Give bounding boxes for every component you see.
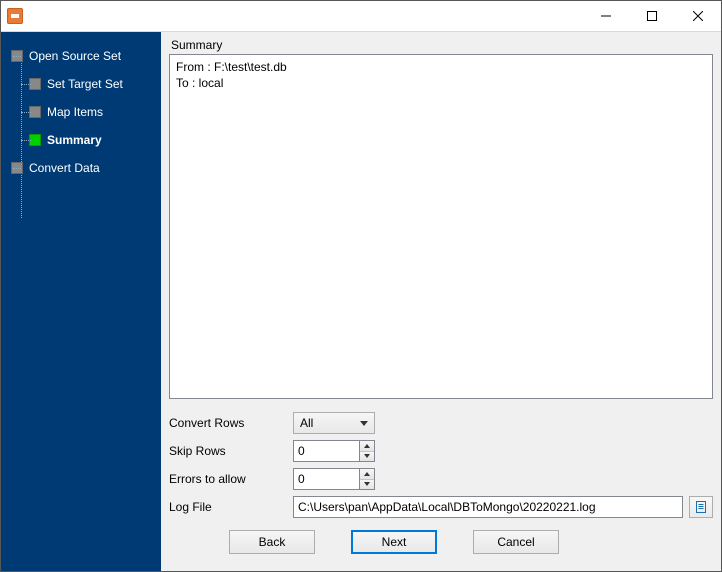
skip-rows-input[interactable] [293,440,359,462]
errors-allow-down[interactable] [360,480,374,490]
maximize-button[interactable] [629,1,675,31]
skip-rows-down[interactable] [360,452,374,462]
maximize-icon [647,11,657,21]
window-controls [583,1,721,31]
titlebar [1,1,721,31]
minimize-button[interactable] [583,1,629,31]
wizard-body: Open Source Set Set Target Set Map Items… [1,31,721,571]
chevron-down-icon [364,482,370,486]
log-file-label: Log File [169,500,293,514]
step-set-target-set[interactable]: Set Target Set [11,70,161,98]
convert-rows-value: All [300,416,313,430]
document-icon [694,500,708,514]
summary-text: From : F:\test\test.db To : local [169,54,713,399]
app-icon [7,8,23,24]
errors-allow-up[interactable] [360,469,374,480]
skip-rows-up[interactable] [360,441,374,452]
convert-rows-label: Convert Rows [169,416,293,430]
cancel-button[interactable]: Cancel [473,530,559,554]
errors-allow-row: Errors to allow [169,465,713,493]
errors-allow-input[interactable] [293,468,359,490]
close-button[interactable] [675,1,721,31]
wizard-window: Open Source Set Set Target Set Map Items… [0,0,722,572]
step-convert-data[interactable]: Convert Data [11,154,161,182]
minimize-icon [601,11,611,21]
step-label: Set Target Set [47,77,123,91]
chevron-down-icon [364,454,370,458]
log-file-input[interactable] [293,496,683,518]
step-map-items[interactable]: Map Items [11,98,161,126]
step-open-source-set[interactable]: Open Source Set [11,42,161,70]
main-panel: Summary From : F:\test\test.db To : loca… [161,32,721,571]
step-label: Open Source Set [29,49,121,63]
options-form: Convert Rows All Skip Rows [169,409,713,521]
convert-rows-row: Convert Rows All [169,409,713,437]
step-label: Convert Data [29,161,100,175]
errors-allow-label: Errors to allow [169,472,293,486]
back-button[interactable]: Back [229,530,315,554]
log-file-browse-button[interactable] [689,496,713,518]
step-label: Summary [47,133,102,147]
step-summary[interactable]: Summary [11,126,161,154]
errors-allow-spinner [293,468,375,490]
skip-rows-label: Skip Rows [169,444,293,458]
close-icon [693,11,703,21]
sidebar: Open Source Set Set Target Set Map Items… [1,32,161,571]
step-label: Map Items [47,105,103,119]
chevron-up-icon [364,472,370,476]
skip-rows-row: Skip Rows [169,437,713,465]
convert-rows-select[interactable]: All [293,412,375,434]
log-file-row: Log File [169,493,713,521]
summary-heading: Summary [171,38,713,52]
skip-rows-spinner [293,440,375,462]
next-button[interactable]: Next [351,530,437,554]
step-tree: Open Source Set Set Target Set Map Items… [11,42,161,182]
button-bar: Back Next Cancel [169,521,713,563]
chevron-up-icon [364,444,370,448]
